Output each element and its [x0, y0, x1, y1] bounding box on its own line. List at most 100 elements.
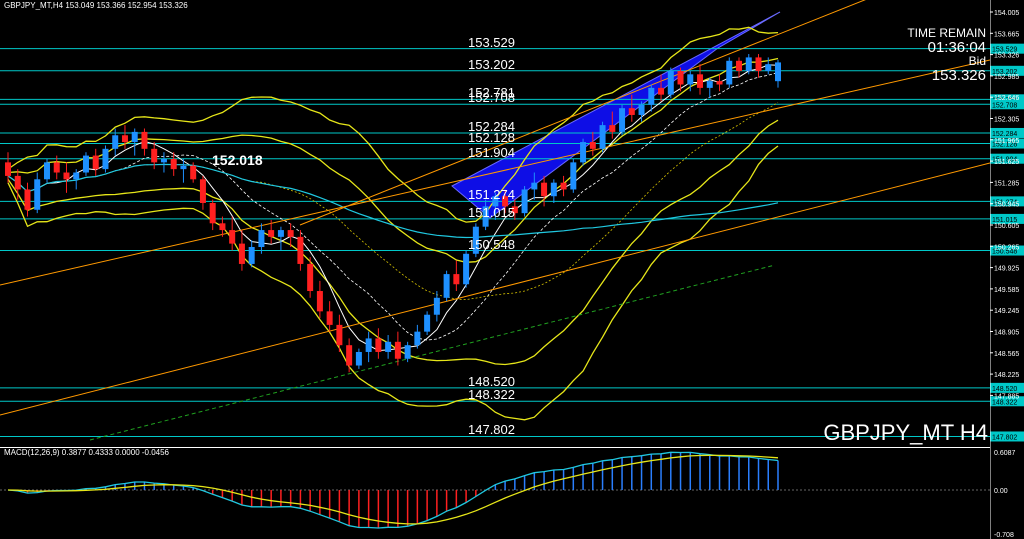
axis-tick-label: 152.305 — [994, 117, 1019, 124]
candle-body — [570, 162, 577, 190]
trend-line-dashed — [89, 264, 776, 441]
axis-tick-label: 148.905 — [994, 330, 1019, 337]
level-label: 153.202 — [468, 56, 515, 72]
trend-line-upper — [299, 0, 866, 226]
candle-body — [765, 64, 772, 71]
candle-body — [63, 172, 70, 180]
price-axis[interactable]: 153.529153.202152.781152.708152.284152.1… — [990, 0, 1024, 539]
candle-body — [316, 291, 323, 312]
axis-tick-label: 149.585 — [994, 287, 1019, 294]
axis-tick-label: 150.605 — [994, 223, 1019, 230]
candle-body — [121, 135, 128, 143]
candle-body — [755, 57, 762, 71]
candle-body — [151, 148, 158, 163]
level-label: 148.520 — [468, 373, 515, 389]
candle-body — [433, 297, 440, 315]
candle-body — [658, 87, 665, 95]
level-price-tag-text: 148.520 — [992, 386, 1017, 393]
level-price-tag-text: 147.802 — [992, 434, 1017, 441]
candle-body — [550, 182, 557, 197]
candle-body — [726, 60, 733, 85]
axis-tick-label: 154.005 — [994, 10, 1019, 17]
candle-body — [385, 341, 392, 352]
candle-body — [258, 230, 265, 248]
candle-body — [287, 230, 294, 237]
candle-body — [414, 331, 421, 346]
candle-body — [219, 223, 226, 231]
macd-header: MACD(12,26,9) 0.3877 0.4333 0.0000 -0.04… — [4, 448, 170, 457]
candle-body — [677, 70, 684, 85]
candle-body — [365, 338, 372, 352]
candle-body — [229, 230, 236, 244]
axis-tick-label: 153.665 — [994, 31, 1019, 38]
axis-tick-label: 152.985 — [994, 74, 1019, 81]
candle-body — [346, 345, 353, 366]
macd-panel[interactable] — [0, 447, 990, 539]
candle-body — [716, 81, 723, 85]
candle-body — [745, 57, 752, 71]
level-label: 151.274 — [468, 187, 515, 203]
level-label: 151.015 — [468, 204, 515, 220]
candle-body — [102, 148, 109, 170]
axis-tick-label: 151.965 — [994, 138, 1019, 145]
axis-tick-label: 147.885 — [994, 393, 1019, 400]
candle-body — [736, 60, 743, 71]
bid-value: 153.326 — [931, 67, 986, 84]
axis-tick-label: 148.225 — [994, 372, 1019, 379]
level-label: 151.904 — [468, 144, 515, 160]
candle-body — [5, 162, 11, 176]
candle-body — [238, 243, 245, 264]
candle-body — [141, 131, 148, 149]
candle-body — [190, 165, 197, 180]
axis-tick-label: 148.565 — [994, 351, 1019, 358]
candle-body — [697, 74, 704, 88]
candle-body — [131, 131, 138, 143]
candle-body — [43, 162, 50, 180]
candle-body — [424, 314, 431, 332]
candle-body — [531, 182, 538, 190]
candle-body — [170, 158, 177, 170]
candle-body — [180, 165, 187, 170]
candle-body — [638, 104, 645, 115]
bollinger-lower-outer — [7, 145, 779, 421]
candle-body — [199, 179, 206, 203]
candle-body — [209, 202, 216, 224]
candle-body — [628, 108, 635, 115]
candle-body — [521, 189, 528, 214]
candle-body — [336, 324, 343, 346]
candle-body — [307, 263, 314, 292]
candle-body — [248, 247, 255, 264]
candle-body — [463, 253, 470, 285]
candle-body — [112, 135, 119, 149]
candle-body — [453, 274, 460, 285]
candle-body — [277, 230, 284, 237]
level-label: 153.529 — [468, 34, 515, 50]
marker-label: 152.018 — [212, 152, 263, 168]
candle-body — [73, 172, 80, 180]
axis-tick-label: 149.245 — [994, 308, 1019, 315]
candle-body — [667, 70, 674, 95]
chart-info-header: GBPJPY_MT,H4 153.049 153.366 152.954 153… — [4, 1, 188, 10]
candle-body — [609, 125, 616, 132]
axis-tick-label: 150.265 — [994, 244, 1019, 251]
candle-body — [619, 108, 626, 132]
axis-tick-label: 149.925 — [994, 266, 1019, 273]
candle-body — [404, 345, 411, 359]
macd-axis-label: 0.00 — [994, 488, 1008, 495]
candle-body — [375, 338, 382, 352]
level-price-tag-text: 152.708 — [992, 102, 1017, 109]
axis-tick-label: 151.625 — [994, 159, 1019, 166]
ma-mid — [7, 72, 779, 341]
time-remain-value: 01:36:04 — [927, 39, 986, 56]
candle-body — [82, 155, 89, 173]
macd-chart[interactable] — [0, 447, 990, 539]
axis-tick-label: 153.326 — [994, 53, 1019, 60]
candle-body — [599, 125, 606, 149]
candle-body — [589, 142, 596, 149]
macd-axis-label: -0.708 — [994, 532, 1014, 539]
time-remain-panel: TIME REMAIN 01:36:04 Bid 153.326 — [907, 27, 986, 84]
candle-body — [648, 87, 655, 105]
candle-body — [706, 81, 713, 88]
candle-body — [268, 230, 275, 237]
price-axis-svg[interactable]: 153.529153.202152.781152.708152.284152.1… — [990, 0, 1024, 539]
